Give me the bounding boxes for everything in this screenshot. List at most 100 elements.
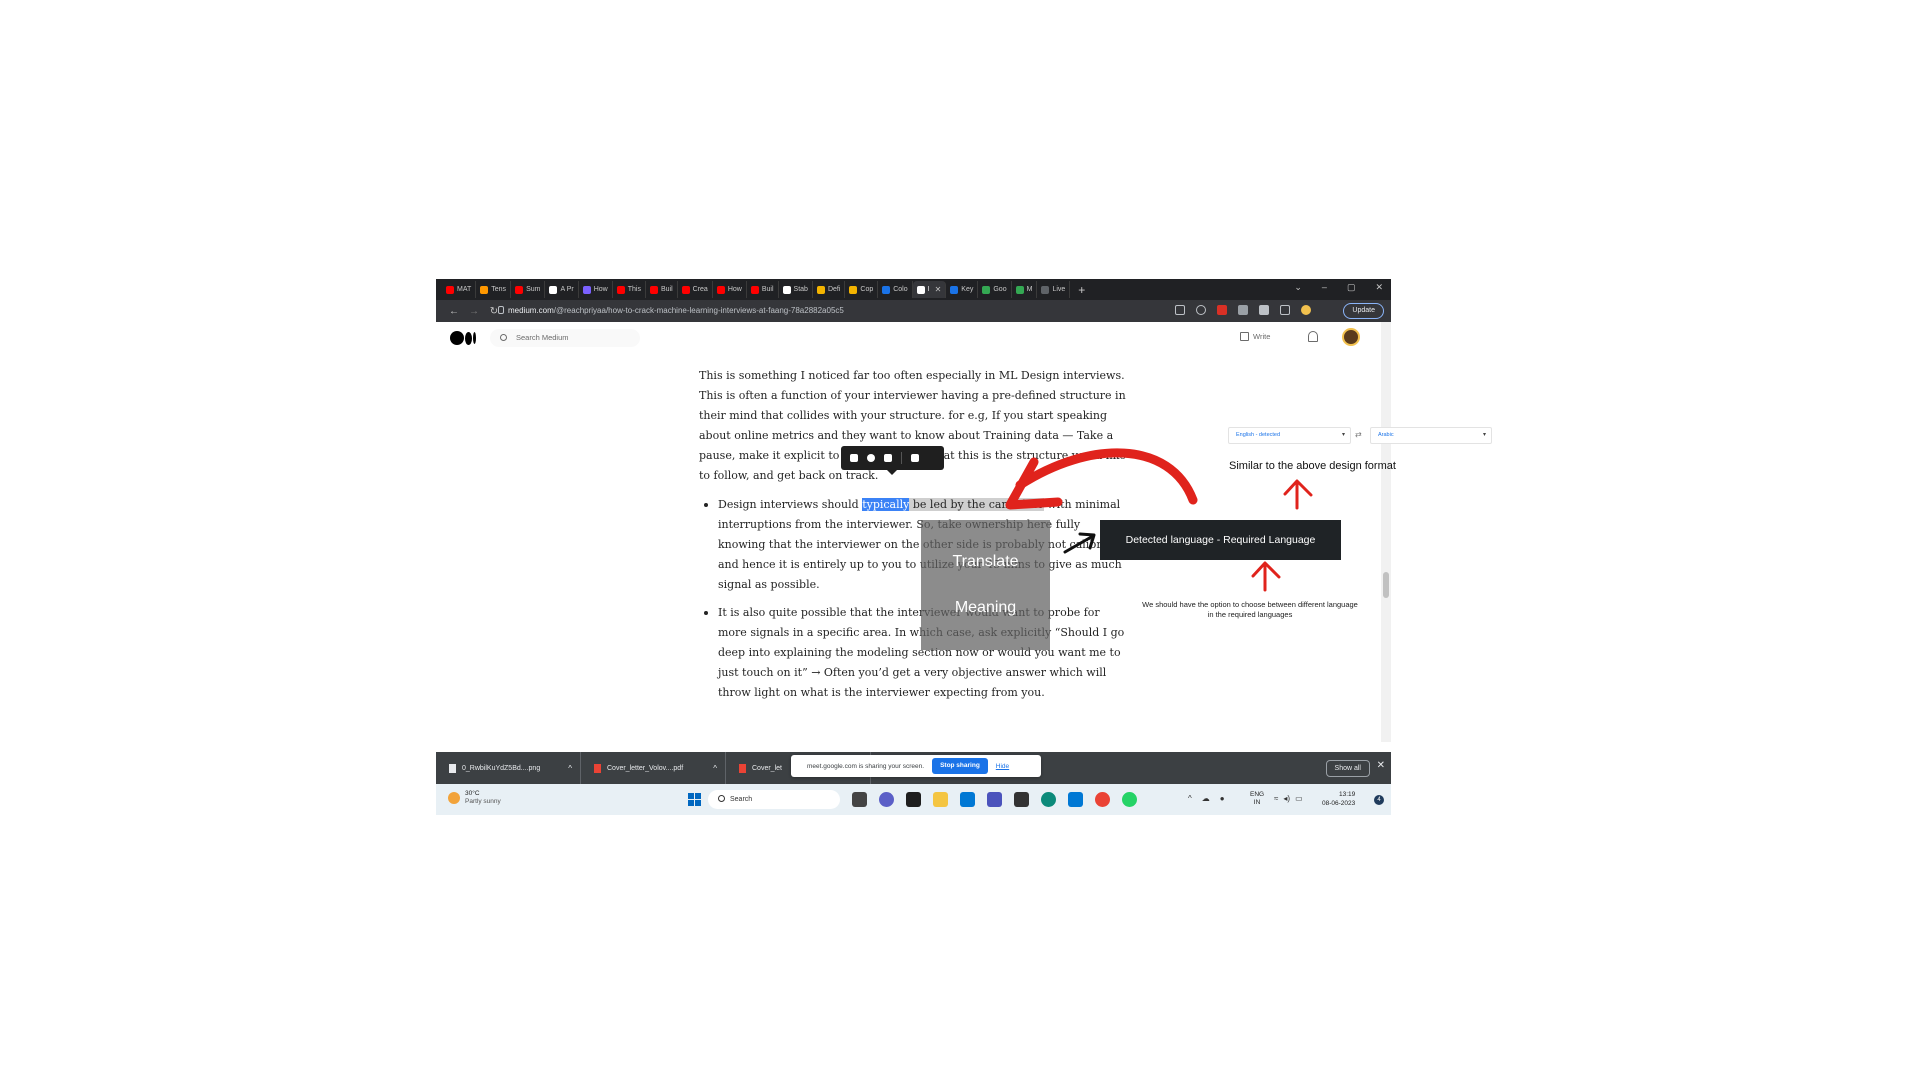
youtube-icon xyxy=(681,285,690,294)
tab-label: Cop xyxy=(860,286,874,293)
tab-5[interactable]: This xyxy=(613,281,646,298)
download-item[interactable]: Cover_letter_Volov....pdf ^ xyxy=(581,752,726,784)
bookmark-star-icon[interactable] xyxy=(1196,305,1206,315)
tab-1[interactable]: Tens xyxy=(476,281,512,298)
notification-bell-icon[interactable] xyxy=(1308,331,1318,342)
tab-11[interactable]: Defi xyxy=(813,281,846,298)
tab-0[interactable]: MAT xyxy=(442,281,477,298)
target-language-dropdown[interactable]: Arabic ▾ xyxy=(1370,427,1492,444)
edge-icon[interactable] xyxy=(1041,792,1056,807)
tab-7[interactable]: Crea xyxy=(678,281,713,298)
monitor-icon[interactable] xyxy=(960,792,975,807)
source-language-dropdown[interactable]: English - detected ▾ xyxy=(1228,427,1351,444)
windows-taskbar: 30°C Partly sunny Search ^ ☁ ● ENG IN ≈ … xyxy=(436,784,1391,815)
tab-favicon-icon xyxy=(882,285,891,294)
language-indicator[interactable]: ENG IN xyxy=(1250,791,1264,807)
back-arrow-icon[interactable]: ← xyxy=(444,306,464,317)
tab-label: Colo xyxy=(893,286,908,293)
tab-favicon-icon xyxy=(849,285,858,294)
share-icon[interactable] xyxy=(1175,305,1185,315)
extension-puzzle-icon[interactable] xyxy=(1259,305,1269,315)
pdf-file-icon xyxy=(739,763,746,773)
search-icon xyxy=(718,795,725,802)
terminal-icon[interactable] xyxy=(906,792,921,807)
network-volume-battery[interactable]: ≈ ◂) ▭ xyxy=(1274,794,1303,803)
sidebar-icon[interactable] xyxy=(1280,305,1290,315)
folder-icon[interactable] xyxy=(933,792,948,807)
extension-red-icon[interactable] xyxy=(1217,305,1227,315)
language-selector-mockup: Detected language - Required Language xyxy=(1100,520,1341,560)
tab-3[interactable]: A Pr xyxy=(545,281,579,298)
tab-favicon-icon xyxy=(816,285,825,294)
translate-popup-mockup: Translate Meaning xyxy=(921,520,1050,650)
show-all-button[interactable]: Show all xyxy=(1325,760,1370,777)
search-input[interactable]: Search Medium xyxy=(490,329,640,347)
sticky-notes-icon[interactable] xyxy=(1014,792,1029,807)
tab-search-icon[interactable]: ⌄ xyxy=(1294,282,1302,293)
profile-avatar-icon[interactable] xyxy=(1301,305,1311,315)
caret-down-icon: ▾ xyxy=(1482,432,1486,438)
volume-icon: ◂) xyxy=(1283,794,1291,803)
tab-favicon-icon xyxy=(1015,285,1024,294)
translate-option[interactable]: Translate xyxy=(921,553,1050,571)
tab-label: Buil xyxy=(660,286,673,293)
taskbar-apps xyxy=(852,792,1137,807)
tab-2[interactable]: Sum xyxy=(511,281,546,298)
notification-badge[interactable]: 4 xyxy=(1374,795,1384,805)
vscode-icon[interactable] xyxy=(1068,792,1083,807)
tab-4[interactable]: How xyxy=(579,281,613,298)
tab-18[interactable]: Live xyxy=(1037,281,1071,298)
swap-languages-icon[interactable]: ⇄ xyxy=(1355,430,1362,439)
download-item[interactable]: 0_RwbilKuYdZ5Bd....png ^ xyxy=(436,752,581,784)
tab-12[interactable]: Cop xyxy=(845,281,879,298)
selected-word[interactable]: typically xyxy=(862,498,910,511)
highlight-pen-icon[interactable] xyxy=(850,454,858,462)
chrome-icon[interactable] xyxy=(1095,792,1110,807)
meaning-option[interactable]: Meaning xyxy=(921,599,1050,617)
windows-start-icon[interactable] xyxy=(688,793,701,806)
tab-16[interactable]: Goo xyxy=(978,281,1012,298)
medium-logo-icon[interactable] xyxy=(450,331,476,345)
page-scrollbar[interactable] xyxy=(1381,322,1391,742)
tab-8[interactable]: How xyxy=(713,281,747,298)
cloud-icon[interactable]: ☁ xyxy=(1202,794,1210,803)
tab-10[interactable]: Stab xyxy=(779,281,813,298)
microphone-icon[interactable]: ● xyxy=(1220,794,1225,803)
maximize-button[interactable]: ▢ xyxy=(1347,282,1356,293)
tab-13[interactable]: Colo xyxy=(878,281,913,298)
private-note-icon[interactable] xyxy=(911,454,919,462)
write-button[interactable]: Write xyxy=(1240,332,1270,341)
chevron-up-icon[interactable]: ^ xyxy=(1188,794,1192,803)
stop-sharing-button[interactable]: Stop sharing xyxy=(932,758,988,774)
tab-15[interactable]: Key xyxy=(946,281,979,298)
tab-active-medium[interactable]: I ✕ xyxy=(912,281,947,298)
whatsapp-icon[interactable] xyxy=(1122,792,1137,807)
url-field[interactable]: medium.com/@reachpriyaa/how-to-crack-mac… xyxy=(508,304,1203,318)
tab-9[interactable]: Buil xyxy=(747,281,779,298)
scroll-thumb[interactable] xyxy=(1383,572,1389,598)
clock[interactable]: 13:19 08-06-2023 xyxy=(1322,790,1355,808)
tab-label: How xyxy=(593,286,608,293)
file-explorer-icon[interactable] xyxy=(852,792,867,807)
teams-chat-icon[interactable] xyxy=(879,792,894,807)
close-downloads-icon[interactable]: ✕ xyxy=(1377,760,1385,771)
tab-6[interactable]: Buil xyxy=(646,281,678,298)
new-tab-button[interactable]: + xyxy=(1078,283,1085,297)
tab-favicon-icon xyxy=(582,285,591,294)
user-avatar[interactable] xyxy=(1342,328,1360,346)
weather-widget[interactable]: 30°C Partly sunny xyxy=(448,790,501,806)
comment-bubble-icon[interactable] xyxy=(867,454,875,462)
chevron-up-icon[interactable]: ^ xyxy=(568,764,572,773)
hide-banner-link[interactable]: Hide xyxy=(996,763,1009,770)
taskbar-search-input[interactable]: Search xyxy=(708,790,840,809)
update-button[interactable]: Update xyxy=(1343,303,1384,319)
teams-icon[interactable] xyxy=(987,792,1002,807)
close-window-button[interactable]: ✕ xyxy=(1375,282,1383,293)
extension-grey-icon[interactable] xyxy=(1238,305,1248,315)
forward-arrow-icon[interactable]: → xyxy=(464,306,484,317)
tab-close-icon[interactable]: ✕ xyxy=(935,285,942,294)
twitter-icon[interactable] xyxy=(884,454,892,462)
chevron-up-icon[interactable]: ^ xyxy=(713,764,717,773)
minimize-button[interactable]: – xyxy=(1322,282,1327,293)
tab-17[interactable]: M xyxy=(1012,281,1038,298)
